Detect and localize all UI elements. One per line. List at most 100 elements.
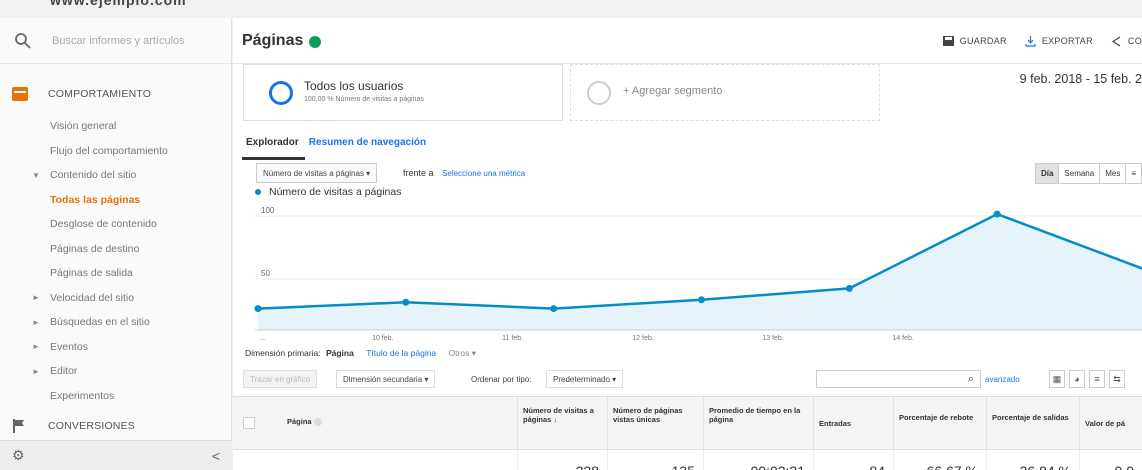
metric-select[interactable]: Número de visitas a páginas ▾ — [256, 163, 378, 183]
page-title: Páginas — [242, 31, 304, 49]
select-metric-link[interactable]: Seleccione una métrica — [442, 169, 525, 178]
sidebar-item[interactable]: ► Búsquedas en el sitio — [0, 310, 231, 335]
advanced-link[interactable]: avanzado — [985, 375, 1020, 384]
col-entrances[interactable]: Entradas — [813, 397, 893, 451]
total-pageviews: 228 — [517, 450, 607, 470]
grid-view-icon[interactable]: ▦ — [1049, 370, 1065, 388]
chart-legend: Número de visitas a páginas — [255, 186, 402, 198]
month-button[interactable]: Mes — [1099, 163, 1127, 184]
export-button[interactable]: EXPORTAR — [1025, 35, 1093, 47]
sidebar-item-label: Visión general — [50, 120, 117, 133]
col-page[interactable]: Página — [267, 397, 517, 451]
sidebar-item-label: Páginas de destino — [50, 242, 140, 255]
sidebar-item[interactable]: Visión general — [0, 114, 231, 139]
share-button[interactable]: CO — [1111, 35, 1142, 47]
add-segment-button[interactable]: + Agregar segmento — [570, 64, 880, 121]
table-search-input[interactable]: ⌕ — [816, 370, 981, 388]
dimension-page-title[interactable]: Título de la página — [366, 348, 436, 358]
plot-rows-button[interactable]: Trazar en gráfico — [243, 370, 318, 388]
bar-view-icon[interactable]: ≡ — [1089, 370, 1105, 388]
sidebar-item-label: Desglose de contenido — [50, 218, 157, 231]
col-pageviews[interactable]: Número de visitas a páginas ↓ — [517, 397, 607, 451]
y-tick-label: 50 — [261, 269, 270, 278]
legend-label: Número de visitas a páginas — [269, 186, 402, 198]
granularity-toggle: Día Semana Mes ≡ — [1034, 163, 1142, 184]
sidebar-item-label: Contenido del sitio — [50, 169, 137, 182]
chart-type-button[interactable]: ≡ — [1125, 163, 1142, 184]
sidebar-item[interactable]: ► Velocidad del sitio — [0, 286, 231, 311]
sidebar: Buscar informes y artículos COMPORTAMIEN… — [0, 18, 232, 470]
sidebar-search[interactable]: Buscar informes y artículos — [0, 18, 231, 64]
secondary-dimension-select[interactable]: Dimensión secundaria ▾ — [336, 370, 436, 388]
gear-icon[interactable]: ⚙ — [12, 447, 25, 464]
sidebar-item[interactable]: ► Eventos — [0, 335, 231, 360]
total-avg-time: 00:02:21 — [703, 450, 813, 470]
expand-arrow-icon: ► — [32, 366, 40, 376]
share-label: CO — [1127, 36, 1142, 46]
table-header: Página Número de visitas a páginas ↓ Núm… — [233, 396, 1142, 451]
share-icon — [1111, 35, 1121, 47]
export-icon — [1025, 35, 1036, 47]
day-button[interactable]: Día — [1034, 163, 1060, 184]
metric-select-value: Número de visitas a páginas — [263, 169, 364, 178]
watermark: www.ejemplo.com — [50, 0, 187, 8]
col-bounce-rate[interactable]: Porcentaje de rebote — [893, 397, 986, 451]
sidebar-item[interactable]: Páginas de destino — [0, 237, 231, 262]
primary-dimension-label: Dimensión primaria: — [245, 348, 321, 358]
sidebar-item-label: Búsquedas en el sitio — [50, 316, 150, 329]
col-exit-rate[interactable]: Porcentaje de salidas — [986, 397, 1079, 451]
dimension-page[interactable]: Página — [326, 348, 354, 358]
pie-view-icon[interactable]: ◕ — [1069, 370, 1085, 388]
sidebar-item[interactable]: Desglose de contenido — [0, 212, 231, 237]
sidebar-item[interactable]: Experimentos — [0, 384, 231, 409]
total-page-value: 0,0 — [1079, 450, 1142, 470]
sidebar-item-label: Eventos — [50, 340, 88, 353]
sidebar-item[interactable]: Páginas de salida — [0, 261, 231, 286]
report-tabs: Explorador Resumen de navegación — [242, 134, 432, 160]
dimension-others[interactable]: Otros ▾ — [449, 348, 476, 358]
section-conversions[interactable]: CONVERSIONES — [0, 408, 231, 444]
y-tick-label: 100 — [261, 206, 275, 215]
col-unique-pageviews[interactable]: Número de páginas vistas únicas — [607, 397, 703, 451]
sidebar-item-label: Flujo del comportamiento — [50, 144, 168, 157]
total-entrances: 84 — [813, 450, 893, 470]
tab-navigation-summary[interactable]: Resumen de navegación — [305, 134, 432, 160]
report-header: Páginas GUARDAR EXPORTAR CO — [233, 18, 1142, 64]
select-all-checkbox[interactable] — [243, 417, 255, 429]
col-avg-time[interactable]: Promedio de tiempo en la página — [703, 397, 813, 451]
date-range-picker[interactable]: 9 feb. 2018 - 15 feb. 2 — [1020, 72, 1142, 86]
sidebar-item-label: Editor — [50, 365, 78, 378]
sidebar-item-label: Páginas de salida — [50, 267, 133, 280]
expand-arrow-icon: ► — [32, 293, 40, 303]
x-tick-label: 12 feb. — [632, 335, 653, 342]
versus-group: frente a Seleccione una métrica — [403, 168, 525, 178]
data-point — [550, 305, 558, 313]
sidebar-item[interactable]: Todas las páginas — [0, 188, 231, 213]
table-search-icon: ⌕ — [967, 373, 974, 385]
total-unique-pageviews: 135 — [607, 450, 703, 470]
sort-select[interactable]: Predeterminado ▾ — [546, 370, 624, 388]
expand-arrow-icon: ▼ — [32, 170, 40, 180]
legend-dot — [255, 189, 261, 195]
compare-view-icon[interactable]: ⇆ — [1109, 370, 1125, 388]
sidebar-item[interactable]: Flujo del comportamiento — [0, 139, 231, 164]
week-button[interactable]: Semana — [1058, 163, 1101, 184]
section-behavior-label: COMPORTAMIENTO — [48, 88, 152, 100]
data-point — [993, 210, 1001, 218]
sidebar-item-label: Velocidad del sitio — [50, 291, 135, 304]
col-unique-label: Número de páginas vistas únicas — [613, 406, 683, 424]
sidebar-item[interactable]: ► Editor — [0, 359, 231, 384]
sidebar-item-label: Todas las páginas — [50, 193, 141, 206]
segment-all-users[interactable]: Todos los usuarios 100,00 % Número de vi… — [243, 64, 563, 121]
sidebar-item[interactable]: ▼ Contenido del sitio — [0, 163, 231, 188]
report-actions: GUARDAR EXPORTAR CO — [942, 18, 1142, 64]
metric-bar: Número de visitas a páginas ▾ frente a S… — [243, 163, 1142, 185]
totals-page-cell — [267, 450, 517, 470]
collapse-sidebar-button[interactable]: < — [212, 448, 220, 464]
sidebar-item-label: Experimentos — [50, 389, 115, 402]
section-behavior[interactable]: COMPORTAMIENTO — [0, 74, 231, 114]
col-page-value[interactable]: Valor de pá — [1079, 397, 1142, 451]
save-button[interactable]: GUARDAR — [942, 36, 1007, 46]
help-icon — [313, 418, 322, 427]
tab-explorer[interactable]: Explorador — [242, 134, 305, 160]
